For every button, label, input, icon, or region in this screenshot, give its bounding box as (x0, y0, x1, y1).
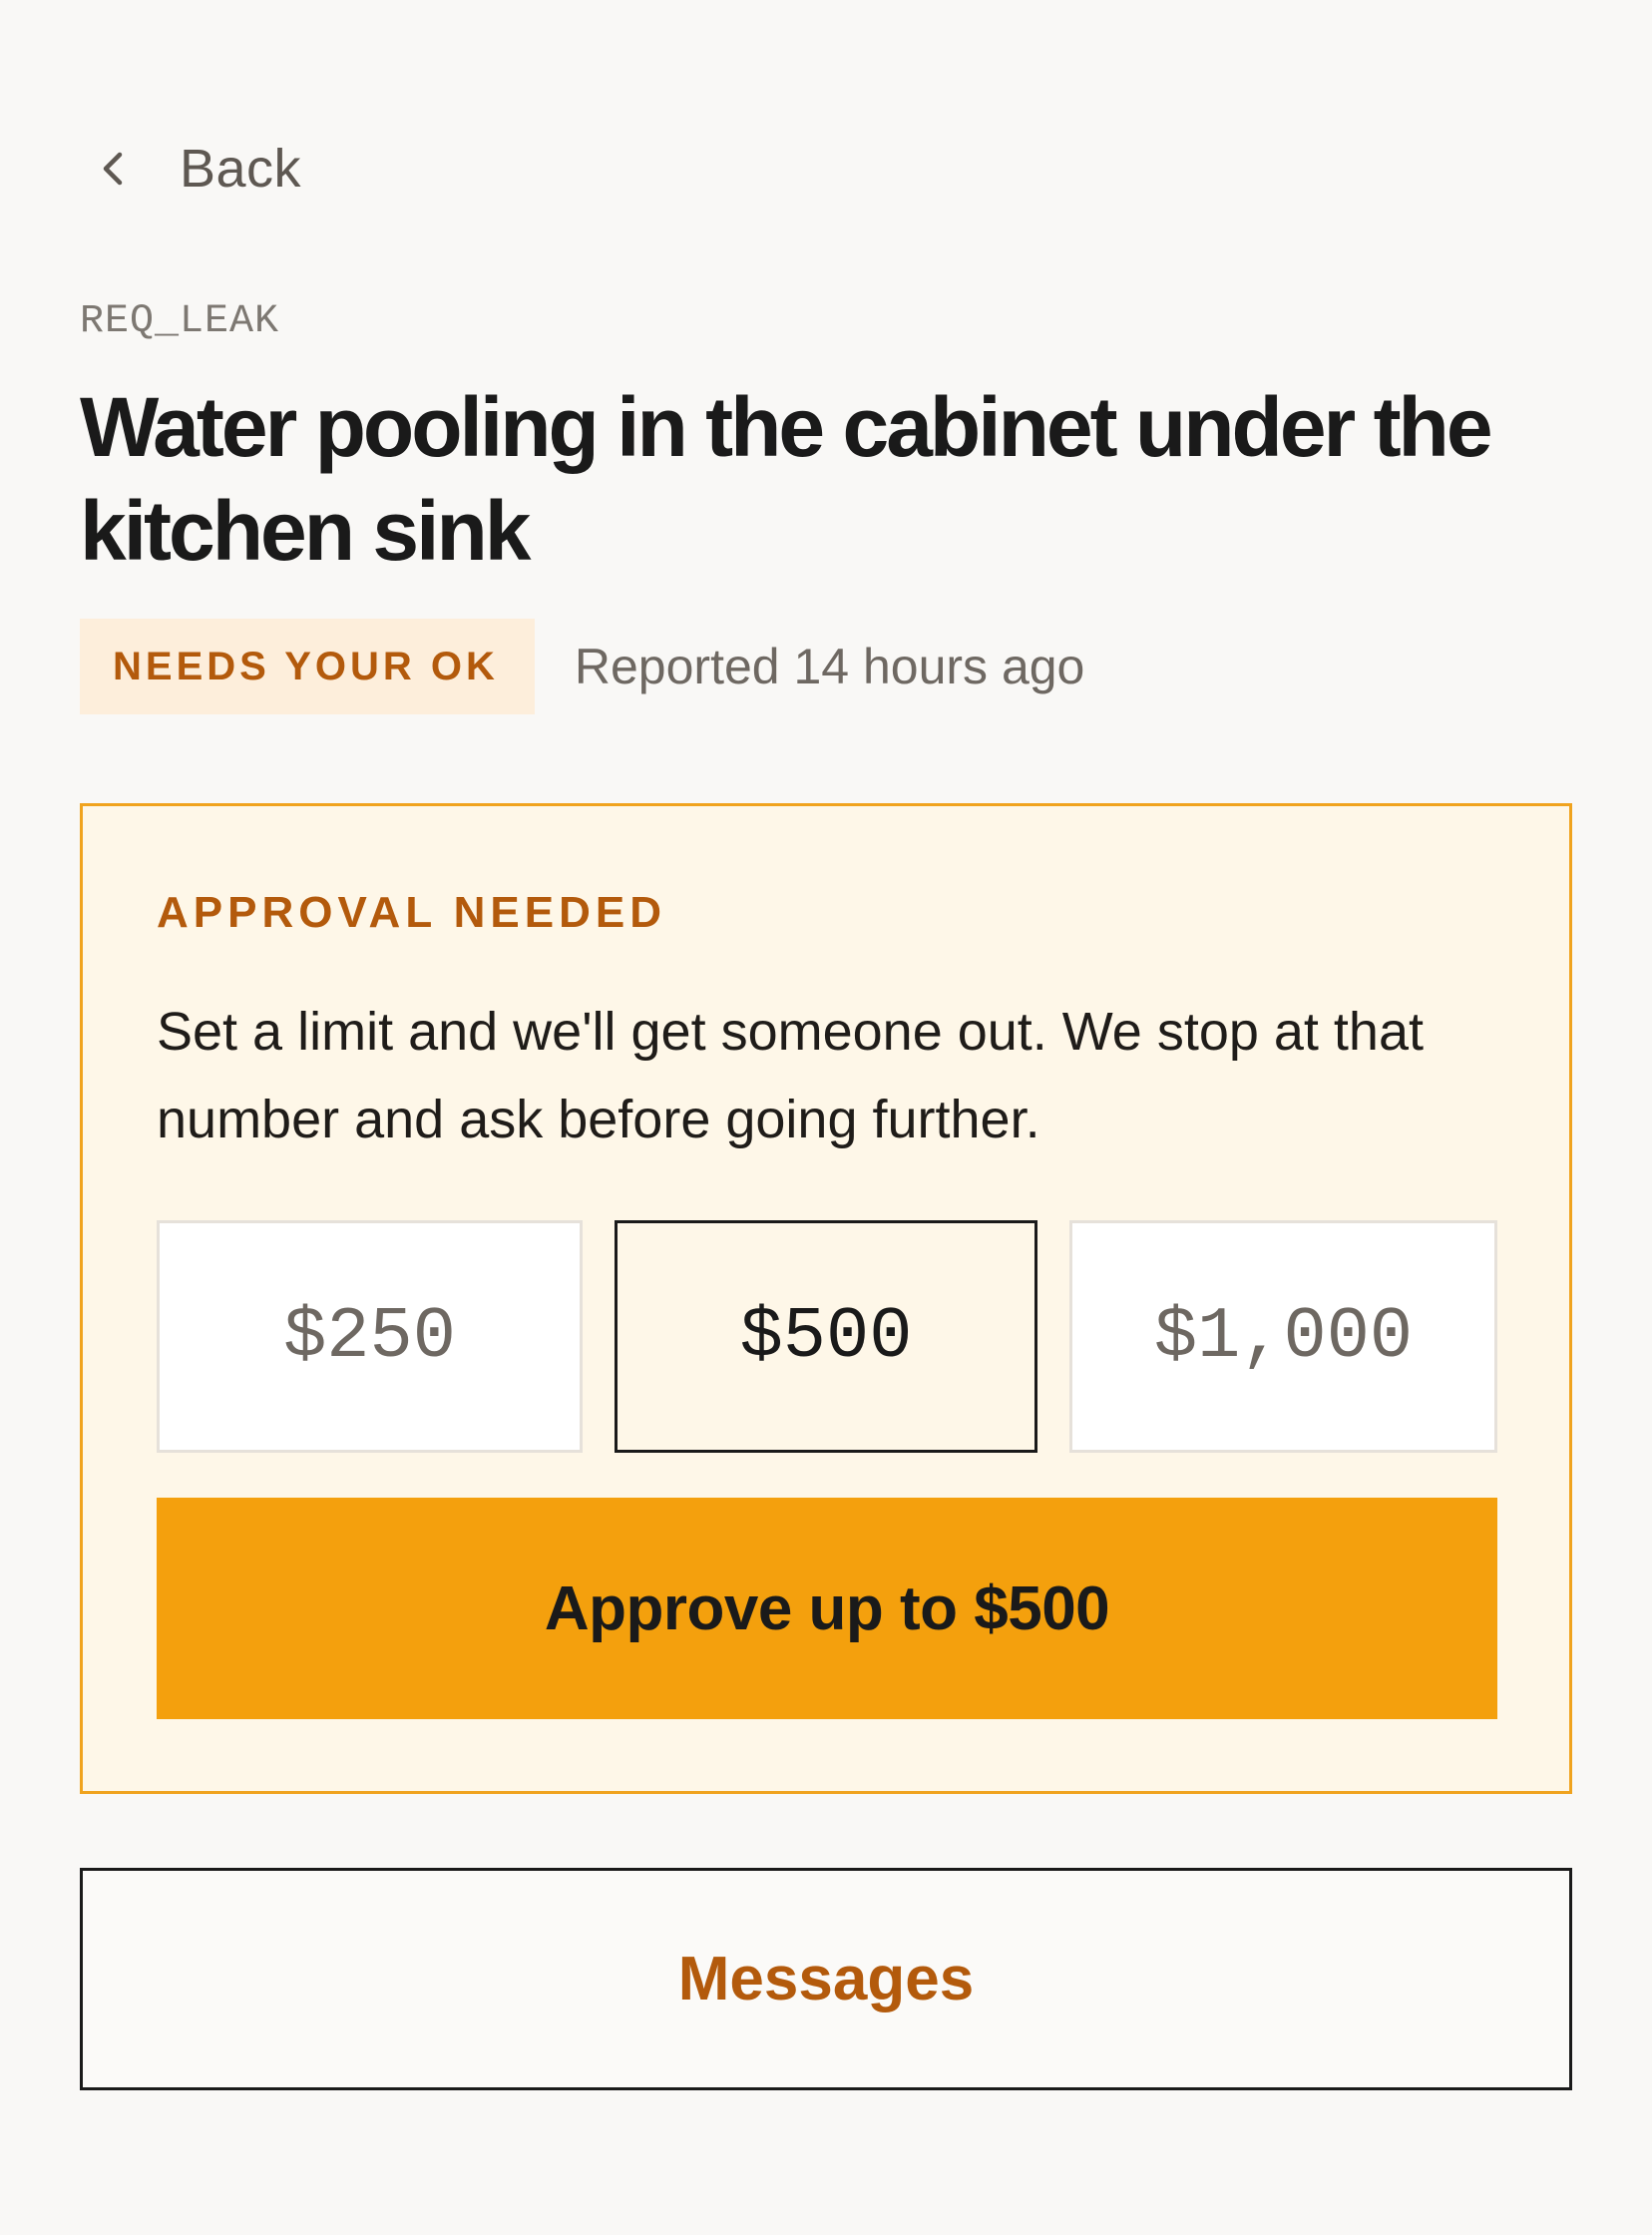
back-label: Back (180, 139, 302, 199)
limit-options: $250 $500 $1,000 (157, 1220, 1497, 1453)
page-title: Water pooling in the cabinet under the k… (80, 380, 1493, 578)
request-id: REQ_LEAK (80, 299, 280, 344)
limit-option-250[interactable]: $250 (157, 1220, 583, 1453)
limit-option-500[interactable]: $500 (615, 1220, 1037, 1453)
approve-button[interactable]: Approve up to $500 (157, 1498, 1497, 1719)
messages-button[interactable]: Messages (80, 1868, 1572, 2090)
status-row: NEEDS YOUR OK Reported 14 hours ago (80, 619, 1084, 714)
approval-description: Set a limit and we'll get someone out. W… (157, 1002, 1425, 1149)
back-link[interactable]: Back (94, 134, 301, 204)
chevron-left-icon (94, 149, 134, 189)
approval-eyebrow: APPROVAL NEEDED (157, 888, 667, 937)
approval-card: APPROVAL NEEDED Set a limit and we'll ge… (80, 803, 1572, 1794)
limit-option-1000[interactable]: $1,000 (1069, 1220, 1497, 1453)
status-badge: NEEDS YOUR OK (80, 619, 535, 714)
reported-time: Reported 14 hours ago (574, 639, 1085, 694)
